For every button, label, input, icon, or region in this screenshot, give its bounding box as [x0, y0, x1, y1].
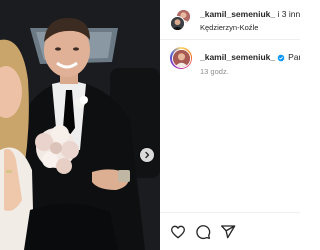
avatar-image [172, 49, 190, 67]
avatar[interactable] [170, 47, 192, 69]
verified-badge-icon [277, 53, 285, 62]
post-side-panel: _kamil_semeniuk_ i 3 innych Kędzierzyn-K… [160, 0, 300, 250]
caption-username-link[interactable]: _kamil_semeniuk_ [200, 52, 275, 63]
heart-icon [171, 225, 185, 239]
avatar-image [171, 17, 184, 30]
share-icon [221, 225, 236, 239]
post-photo[interactable] [0, 0, 160, 250]
post-timestamp[interactable]: 13 godz. [200, 67, 229, 76]
comment-icon [196, 225, 211, 240]
caption-line: _kamil_semeniuk_ Państw [200, 52, 300, 63]
wedding-photo-illustration [0, 0, 160, 250]
post-authors: _kamil_semeniuk_ i 3 innych [200, 9, 300, 20]
like-button[interactable] [170, 224, 186, 240]
location-link[interactable]: Kędzierzyn-Koźle [200, 23, 300, 33]
caption-text: Państw [288, 52, 300, 62]
avatar[interactable] [170, 16, 185, 31]
coauthor-avatars[interactable] [170, 9, 192, 31]
chevron-right-icon [145, 151, 150, 159]
post-header-text: _kamil_semeniuk_ i 3 innych Kędzierzyn-K… [200, 9, 300, 33]
next-photo-button[interactable] [140, 148, 154, 162]
comment-button[interactable] [195, 224, 211, 240]
post-header: _kamil_semeniuk_ i 3 innych Kędzierzyn-K… [160, 0, 300, 40]
post-actions-bar [160, 212, 300, 250]
author-username-link[interactable]: _kamil_semeniuk_ [200, 9, 275, 19]
coauthors-link[interactable]: i 3 innych [278, 9, 300, 19]
share-button[interactable] [220, 224, 236, 240]
